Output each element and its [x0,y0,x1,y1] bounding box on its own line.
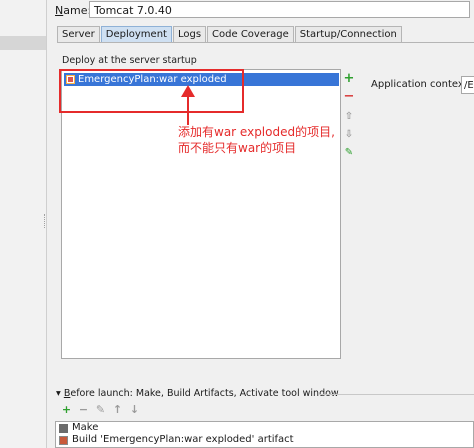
tree-selected-row[interactable] [0,36,46,50]
annotation-line-1: 添加有war exploded的项目, [178,125,335,139]
remove-task-icon[interactable]: − [75,403,92,417]
move-task-up-icon[interactable]: ↑ [109,403,126,417]
edit-task-icon[interactable]: ✎ [92,403,109,417]
edit-icon[interactable]: ✎ [342,146,356,160]
tab-code-coverage[interactable]: Code Coverage [207,26,294,43]
collapse-arrow-icon[interactable]: ▾ [56,388,61,399]
before-launch-list[interactable]: Make Build 'EmergencyPlan:war exploded' … [55,421,474,448]
move-up-icon[interactable]: ⇧ [342,110,356,124]
tab-startup-connection[interactable]: Startup/Connection [294,26,402,43]
application-context-label: Application context: [371,79,472,90]
tab-logs[interactable]: Logs [172,26,207,43]
remove-icon[interactable]: − [342,90,356,104]
move-task-down-icon[interactable]: ↓ [126,403,143,417]
before-launch-header[interactable]: ▾ Before launch: Make, Build Artifacts, … [56,388,339,399]
name-input[interactable]: Tomcat 7.0.40 [89,1,470,18]
run-config-tree [0,0,47,448]
application-context-input[interactable]: /E [461,76,474,94]
add-task-icon[interactable]: + [58,403,75,417]
tab-underline [57,42,474,43]
annotation-highlight-box [59,69,244,113]
annotation-text: 添加有war exploded的项目, 而不能只有war的项目 [178,124,335,156]
tab-deployment[interactable]: Deployment [100,26,172,43]
before-launch-toolbar: + − ✎ ↑ ↓ [58,403,143,417]
add-icon[interactable]: + [342,72,356,86]
tab-strip: Server Deployment Logs Code Coverage Sta… [57,26,403,43]
list-item[interactable]: Make [56,422,473,434]
move-down-icon[interactable]: ⇩ [342,128,356,142]
annotation-arrow-icon [181,85,195,125]
build-artifact-icon [59,435,68,445]
list-item[interactable]: Build 'EmergencyPlan:war exploded' artif… [56,434,473,446]
name-label: Name: [55,4,92,17]
tab-server[interactable]: Server [57,26,100,43]
before-launch-separator [320,394,474,395]
annotation-line-2: 而不能只有war的项目 [178,141,297,155]
splitter-handle[interactable] [44,214,48,228]
make-icon [59,423,68,433]
deploy-section-label: Deploy at the server startup [62,55,197,66]
